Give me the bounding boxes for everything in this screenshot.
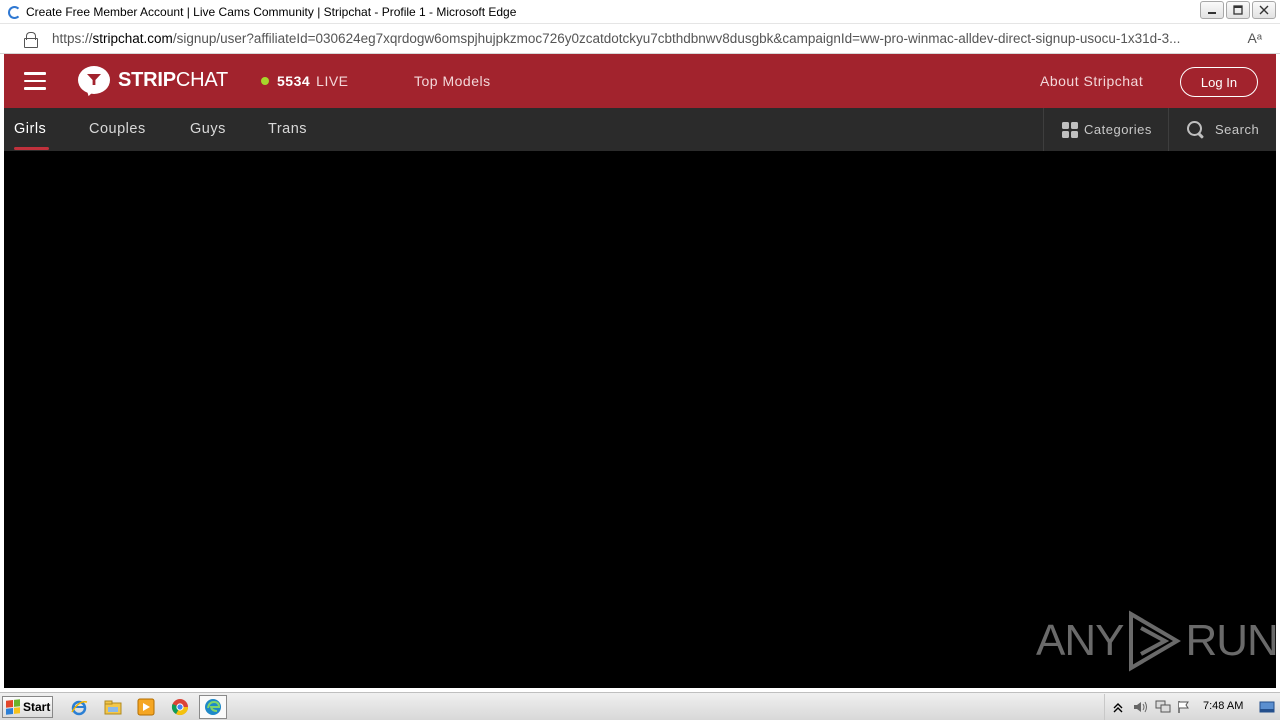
system-tray: 7:48 AM: [1104, 694, 1280, 720]
live-counter[interactable]: 5534 LIVE: [261, 73, 349, 89]
tab-girls[interactable]: Girls: [14, 121, 46, 137]
restore-button[interactable]: [1226, 1, 1250, 19]
window-titlebar: Create Free Member Account | Live Cams C…: [0, 0, 1280, 24]
about-stripchat-link[interactable]: About Stripchat: [1040, 73, 1143, 89]
url-prefix: https://: [52, 31, 93, 46]
show-desktop-icon[interactable]: [1259, 700, 1275, 714]
address-bar[interactable]: https://stripchat.com/signup/user?affili…: [0, 24, 1280, 54]
action-center-flag-icon[interactable]: [1177, 700, 1191, 714]
close-icon: [1259, 5, 1269, 15]
watermark-left-text: ANY: [1036, 616, 1124, 665]
page-viewport: STRIPCHAT 5534 LIVE Top Models About Str…: [4, 54, 1276, 690]
live-dot-icon: [261, 77, 269, 85]
live-count: 5534: [277, 73, 311, 89]
site-header: STRIPCHAT 5534 LIVE Top Models About Str…: [4, 54, 1276, 108]
volume-icon[interactable]: [1133, 700, 1147, 714]
read-aloud-icon[interactable]: Aᵃ: [1247, 30, 1262, 46]
network-icon[interactable]: [1155, 700, 1171, 714]
hamburger-menu-icon[interactable]: [24, 72, 46, 90]
lock-icon[interactable]: [24, 31, 38, 48]
restore-icon: [1233, 5, 1243, 15]
anyrun-watermark: ANY RUN: [1036, 610, 1276, 672]
categories-button[interactable]: Categories: [1043, 108, 1168, 151]
url-path: /signup/user?affiliateId=030624eg7xqrdog…: [172, 31, 1181, 46]
start-button[interactable]: Start: [2, 696, 53, 718]
explorer-icon[interactable]: [102, 697, 124, 717]
search-icon: [1187, 120, 1205, 139]
window-frame-right: [1276, 54, 1280, 690]
edge-icon[interactable]: [199, 695, 227, 719]
search-label: Search: [1215, 122, 1260, 137]
watermark-play-icon: [1129, 610, 1182, 672]
tab-trans[interactable]: Trans: [268, 121, 307, 137]
minimize-button[interactable]: [1200, 1, 1224, 19]
top-models-link[interactable]: Top Models: [414, 73, 491, 89]
minimize-icon: [1208, 12, 1216, 14]
tab-guys[interactable]: Guys: [190, 121, 226, 137]
logo-wordmark: STRIPCHAT: [118, 68, 229, 91]
url-field[interactable]: https://stripchat.com/signup/user?affili…: [52, 31, 1232, 46]
url-host: stripchat.com: [92, 31, 173, 46]
categories-label: Categories: [1084, 122, 1152, 137]
watermark-right-text: RUN: [1185, 616, 1276, 665]
media-player-icon[interactable]: [135, 697, 157, 717]
close-button[interactable]: [1252, 1, 1276, 19]
taskbar-clock[interactable]: 7:48 AM: [1203, 700, 1243, 712]
active-tab-indicator: [14, 147, 49, 150]
tray-expand-icon[interactable]: [1111, 700, 1125, 714]
ie-icon[interactable]: [68, 697, 90, 717]
tab-couples[interactable]: Couples: [89, 121, 146, 137]
window-controls: [1200, 1, 1276, 19]
edge-loading-icon: [6, 4, 22, 20]
window-title: Create Free Member Account | Live Cams C…: [26, 4, 517, 19]
grid-icon: [1062, 121, 1078, 138]
windows-flag-icon: [6, 699, 20, 715]
logo-bubble-icon: [78, 66, 110, 94]
taskbar: Start 7:48 AM: [0, 692, 1280, 720]
start-label: Start: [23, 700, 51, 714]
search-button[interactable]: Search: [1168, 108, 1276, 151]
chrome-icon[interactable]: [169, 697, 191, 717]
login-button[interactable]: Log In: [1180, 67, 1258, 97]
category-nav: Girls Couples Guys Trans Categories Sear…: [4, 108, 1276, 151]
stripchat-logo[interactable]: STRIPCHAT: [78, 66, 228, 94]
live-label: LIVE: [316, 73, 349, 89]
